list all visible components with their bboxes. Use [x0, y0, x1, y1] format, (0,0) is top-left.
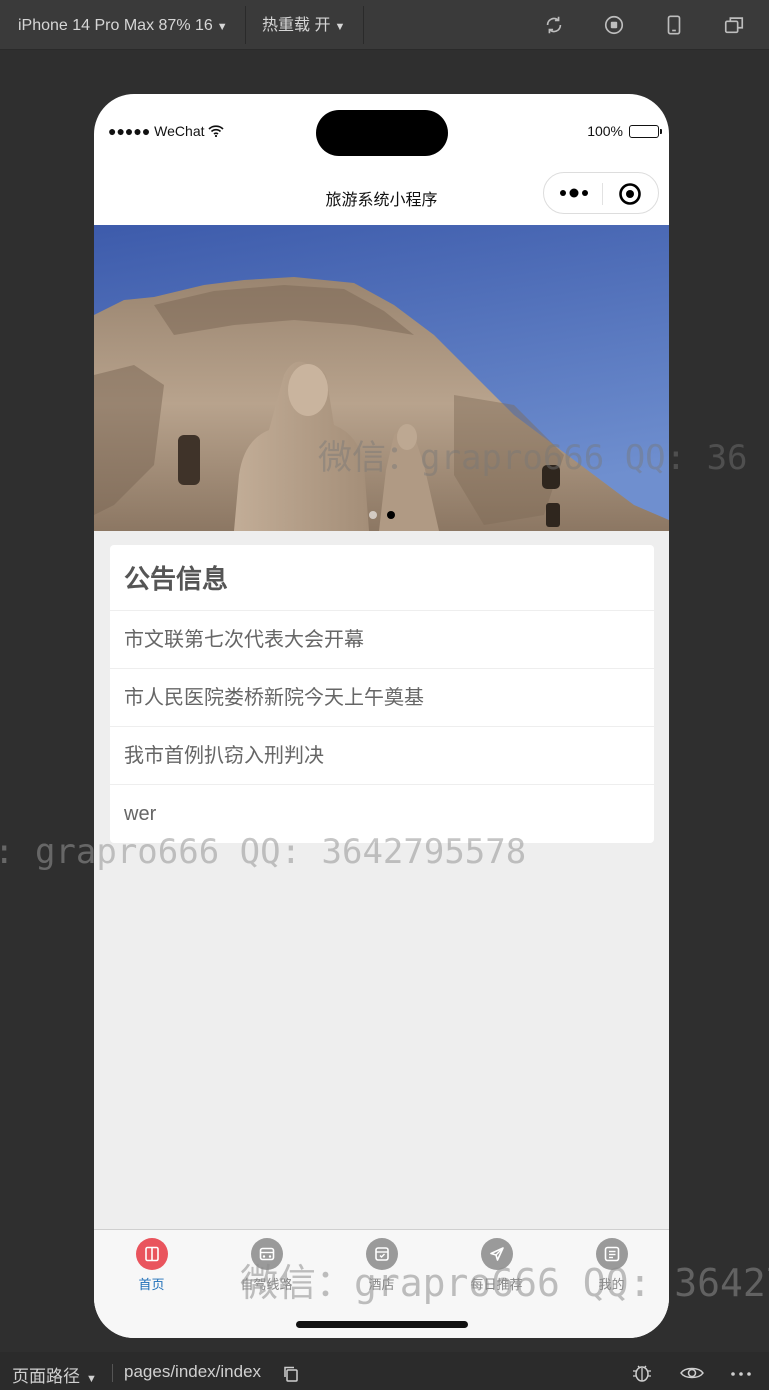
send-icon: [480, 1238, 513, 1270]
tab-label: 自驾线路: [240, 1277, 293, 1292]
tab-label: 酒店: [368, 1277, 395, 1292]
eye-icon[interactable]: [679, 1362, 705, 1384]
device-selector[interactable]: iPhone 14 Pro Max 87% 16 ▼: [18, 0, 228, 50]
banner-swiper[interactable]: [94, 225, 669, 531]
simulator-toolbar: iPhone 14 Pro Max 87% 16 ▼ 热重载 开 ▼: [0, 0, 769, 50]
hot-reload-label: 热重载 开: [262, 17, 331, 34]
more-horizontal-icon[interactable]: [728, 1362, 754, 1384]
navigation-bar: 旅游系统小程序: [94, 170, 669, 224]
page-path-selector[interactable]: 页面路径 ▼: [12, 1362, 97, 1387]
tab-hotel[interactable]: 酒店: [324, 1238, 439, 1298]
simulator-bottom-bar: 页面路径 ▼ pages/index/index: [0, 1352, 769, 1390]
tab-home[interactable]: 首页: [94, 1238, 209, 1298]
toolbar-divider: [363, 6, 364, 44]
battery-percent: 100%: [587, 123, 623, 139]
battery-indicator: 100%: [587, 123, 662, 139]
carrier-text: ●●●●● WeChat: [108, 123, 205, 139]
copy-icon[interactable]: [282, 1365, 300, 1383]
notice-title: 公告信息: [110, 545, 654, 611]
tab-label: 每日推荐: [470, 1277, 523, 1292]
tab-label: 首页: [138, 1277, 165, 1292]
battery-icon: [629, 124, 662, 138]
tab-mine[interactable]: 我的: [554, 1238, 669, 1298]
page-path-label: 页面路径: [12, 1367, 80, 1386]
chevron-down-icon: ▼: [86, 1373, 97, 1385]
menu-capsule: [543, 172, 659, 214]
main-content: 公告信息 市文联第七次代表大会开幕 市人民医院娄桥新院今天上午奠基 我市首例扒窃…: [94, 531, 669, 1230]
tab-bar: 首页 自驾线路 酒店 每日推荐 我的: [94, 1229, 669, 1338]
yungang-grottoes-buddha-photo: [94, 225, 669, 531]
profile-icon: [595, 1238, 628, 1270]
notice-item[interactable]: wer: [110, 785, 654, 843]
banner-dots: [94, 511, 669, 519]
bug-icon[interactable]: [629, 1362, 655, 1384]
notice-card: 公告信息 市文联第七次代表大会开幕 市人民医院娄桥新院今天上午奠基 我市首例扒窃…: [110, 545, 654, 843]
phone-frame: ●●●●● WeChat 100% 旅游系统小程序 公告信息 市文联第七次代表大…: [94, 94, 669, 1338]
chevron-down-icon: ▼: [216, 21, 228, 33]
hot-reload-selector[interactable]: 热重载 开 ▼: [262, 0, 345, 50]
capsule-divider: [602, 183, 603, 205]
bottom-divider: [112, 1364, 113, 1382]
status-bar: ●●●●● WeChat 100%: [94, 118, 669, 146]
banner-dot[interactable]: [368, 511, 377, 519]
carrier-label: ●●●●● WeChat: [108, 123, 224, 139]
chevron-down-icon: ▼: [334, 21, 346, 33]
home-indicator: [296, 1321, 468, 1328]
wifi-icon: [208, 125, 224, 138]
page-path: pages/index/index: [124, 1362, 262, 1381]
tab-daily-recommend[interactable]: 每日推荐: [439, 1238, 554, 1298]
stop-icon[interactable]: [603, 14, 625, 36]
notice-item[interactable]: 我市首例扒窃入刑判决: [110, 727, 654, 785]
more-icon[interactable]: [558, 183, 592, 203]
route-icon: [250, 1238, 283, 1270]
hotel-icon: [365, 1238, 398, 1270]
refresh-icon[interactable]: [543, 14, 565, 36]
tab-self-drive-routes[interactable]: 自驾线路: [209, 1238, 324, 1298]
notice-item[interactable]: 市文联第七次代表大会开幕: [110, 611, 654, 669]
tab-label: 我的: [598, 1277, 625, 1292]
device-selector-label: iPhone 14 Pro Max 87% 16: [18, 17, 213, 34]
banner-dot-active[interactable]: [386, 511, 395, 519]
book-icon: [135, 1238, 168, 1270]
toolbar-divider: [245, 6, 246, 44]
window-icon[interactable]: [723, 14, 745, 36]
notice-item[interactable]: 市人民医院娄桥新院今天上午奠基: [110, 669, 654, 727]
phone-icon[interactable]: [663, 14, 685, 36]
close-mini-program-icon[interactable]: [618, 182, 642, 206]
